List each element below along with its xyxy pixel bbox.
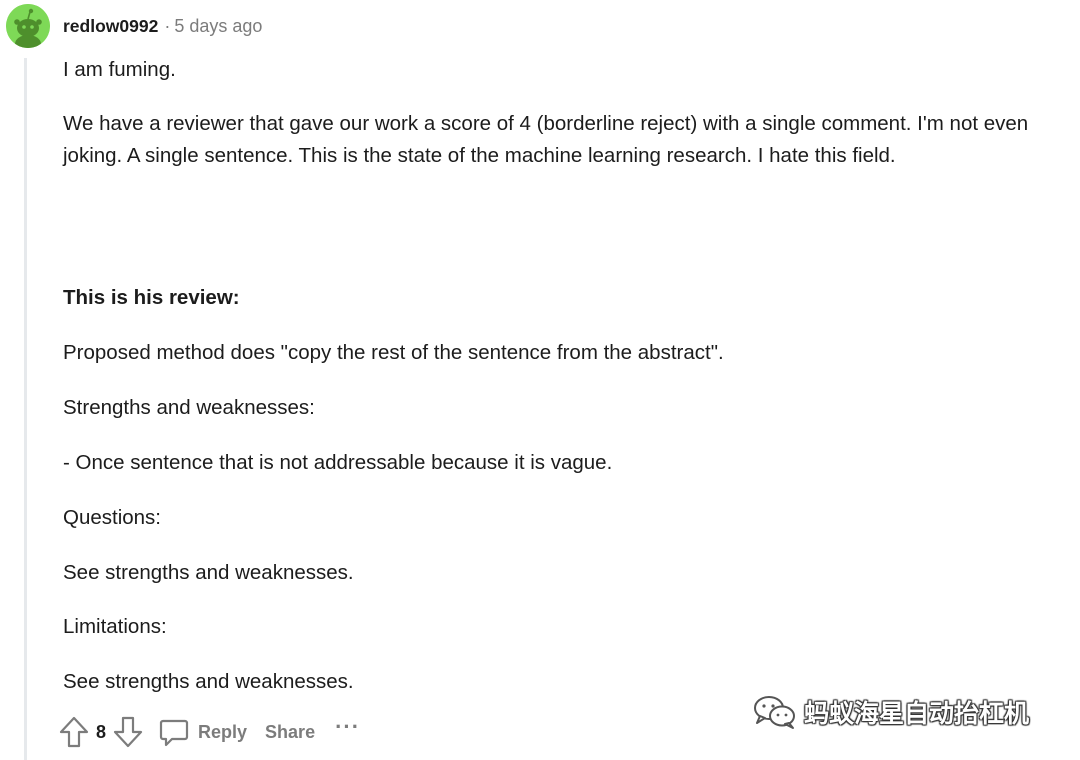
paragraph: - Once sentence that is not addressable … bbox=[63, 451, 613, 474]
watermark: 蚂蚁海星自动抬杠机 bbox=[752, 694, 1029, 730]
paragraph: See strengths and weaknesses. bbox=[63, 561, 354, 584]
wechat-icon bbox=[754, 696, 795, 729]
share-button[interactable]: Share bbox=[265, 722, 315, 743]
snoo-avatar-icon bbox=[6, 4, 50, 48]
upvote-button[interactable] bbox=[58, 715, 90, 749]
username[interactable]: redlow0992 bbox=[63, 16, 158, 36]
paragraph: Limitations: bbox=[63, 615, 167, 638]
paragraph-heading: This is his review: bbox=[63, 286, 240, 309]
paragraph: Proposed method does "copy the rest of t… bbox=[63, 341, 724, 364]
paragraph: Questions: bbox=[63, 506, 161, 529]
reply-button[interactable]: Reply bbox=[158, 716, 247, 748]
more-options-button[interactable]: ··· bbox=[335, 716, 360, 745]
speech-bubble-icon bbox=[159, 719, 189, 747]
thread-line[interactable] bbox=[24, 58, 27, 760]
paragraph: We have a reviewer that gave our work a … bbox=[63, 112, 1029, 167]
downvote-button[interactable] bbox=[112, 715, 144, 749]
comment: redlow0992 · 5 days ago I am fuming. We ha… bbox=[0, 0, 1080, 760]
timestamp[interactable]: 5 days ago bbox=[174, 16, 262, 36]
meta-separator: · bbox=[164, 16, 171, 36]
comment-actions: 8 Reply Share ··· bbox=[58, 712, 360, 752]
vote-count: 8 bbox=[96, 721, 107, 742]
paragraph: I am fuming. bbox=[63, 58, 176, 81]
downvote-arrow-icon bbox=[113, 716, 143, 748]
avatar[interactable] bbox=[6, 4, 50, 48]
watermark-text: 蚂蚁海星自动抬杠机 bbox=[804, 699, 1030, 728]
upvote-arrow-icon bbox=[59, 716, 89, 748]
reply-label: Reply bbox=[198, 721, 248, 742]
paragraph: Strengths and weaknesses: bbox=[63, 396, 315, 419]
comment-meta: redlow0992 · 5 days ago bbox=[63, 14, 262, 38]
